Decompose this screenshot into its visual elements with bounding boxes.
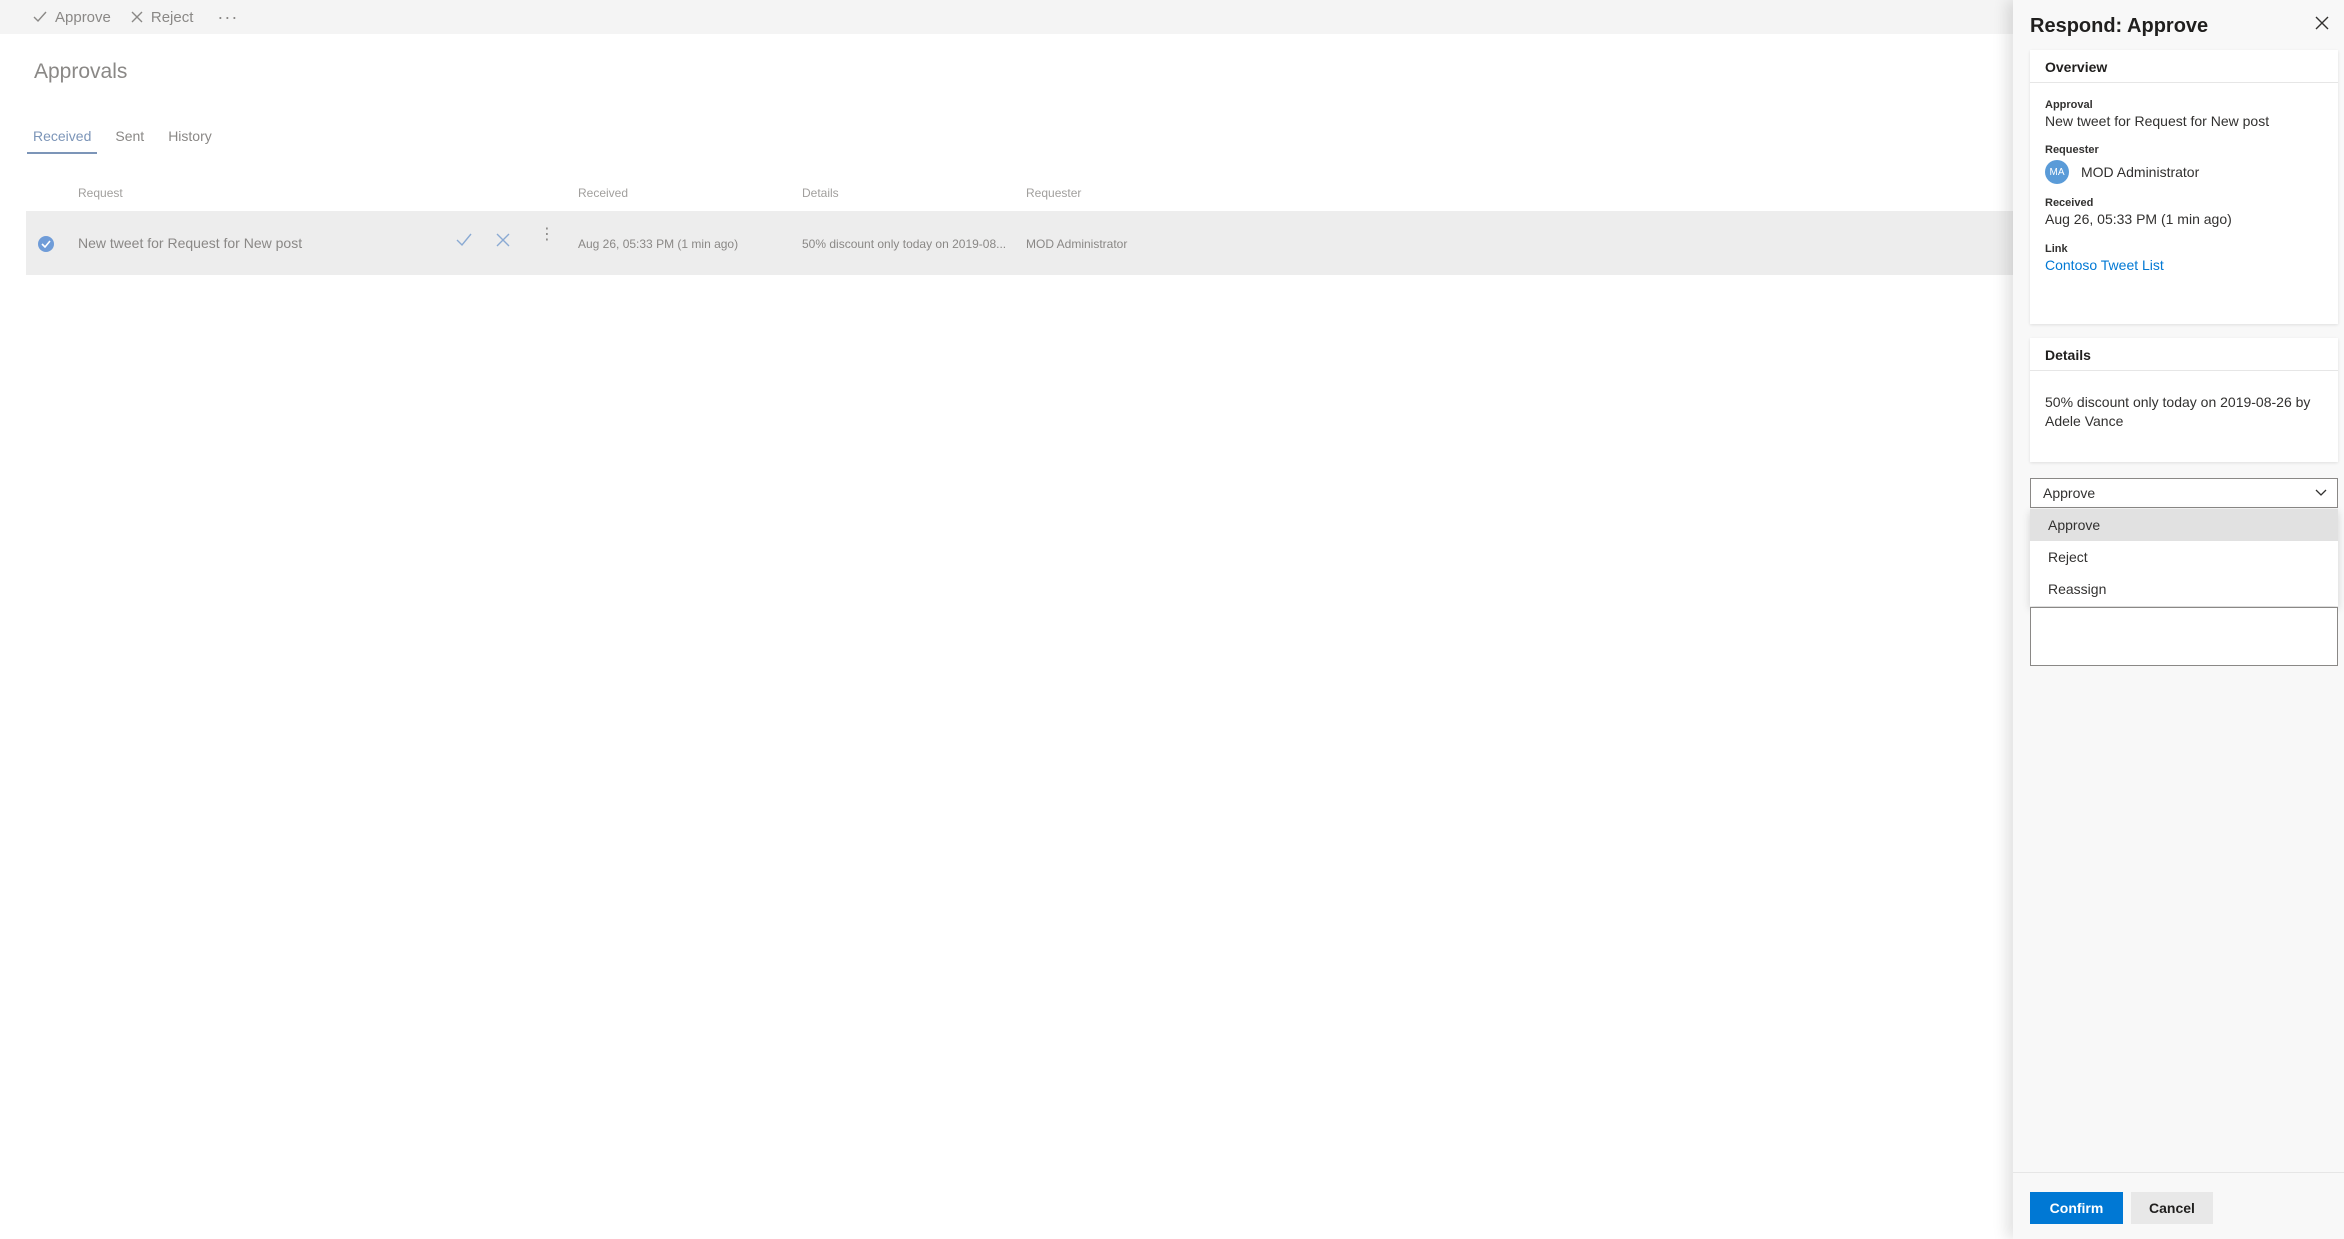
received-value: Aug 26, 05:33 PM (1 min ago) [2045,211,2232,227]
link-label: Link [2045,243,2068,255]
requester-label: Requester [2045,144,2099,156]
approval-label: Approval [2045,99,2093,111]
overview-card: Overview Approval New tweet for Request … [2030,50,2338,324]
page-title: Approvals [34,60,128,83]
approve-command[interactable]: Approve [33,9,111,26]
more-commands-button[interactable]: ··· [217,7,238,28]
row-selected-check-icon[interactable] [38,236,54,252]
received-label: Received [2045,197,2094,209]
confirm-button[interactable]: Confirm [2030,1192,2123,1224]
option-reject[interactable]: Reject [2030,541,2338,573]
option-reassign[interactable]: Reassign [2030,573,2338,605]
option-approve[interactable]: Approve [2030,509,2338,541]
command-bar: Approve Reject ··· [0,0,2013,34]
approval-value: New tweet for Request for New post [2045,113,2270,129]
received-field: Received Aug 26, 05:33 PM (1 min ago) [2030,197,2338,227]
comment-input[interactable] [2030,607,2338,666]
response-dropdown[interactable]: Approve [2030,478,2338,508]
close-icon[interactable] [2315,16,2329,35]
panel-title: Respond: Approve [2030,15,2209,37]
row-received: Aug 26, 05:33 PM (1 min ago) [578,237,739,251]
table-row[interactable]: New tweet for Request for New post ⋮ Aug… [26,211,2013,275]
respond-panel: Respond: Approve Overview Approval New t… [2013,0,2344,1239]
response-dropdown-value: Approve [2043,485,2096,501]
chevron-down-icon [2315,489,2327,496]
column-header-received[interactable]: Received [578,186,628,200]
column-header-request[interactable]: Request [78,186,123,200]
approve-command-label: Approve [55,8,111,26]
column-header-requester[interactable]: Requester [1026,186,1081,200]
row-request[interactable]: New tweet for Request for New post [78,235,302,251]
row-approve-icon[interactable] [456,233,472,250]
table-header: Request Received Details Requester [0,186,2013,206]
tab-list: Received Sent History [27,125,230,154]
response-options-list: Approve Reject Reassign [2030,509,2338,606]
requester-field: Requester MA MOD Administrator [2030,144,2338,184]
details-header: Details [2030,338,2338,371]
reject-command[interactable]: Reject [131,8,194,26]
row-requester: MOD Administrator [1026,237,1128,251]
close-icon [131,11,143,23]
overview-header: Overview [2030,50,2338,83]
main-area: Approve Reject ··· Approvals Received Se… [0,0,2013,1239]
details-card: Details 50% discount only today on 2019-… [2030,338,2338,462]
details-text: 50% discount only today on 2019-08-26 by… [2045,394,2311,429]
row-reject-icon[interactable] [496,233,510,250]
tab-received[interactable]: Received [27,125,98,154]
footer-divider [2013,1172,2344,1173]
requester-name: MOD Administrator [2081,164,2200,180]
link-field: Link Contoso Tweet List [2030,243,2338,275]
column-header-details[interactable]: Details [802,186,839,200]
reject-command-label: Reject [150,8,194,26]
checkmark-icon [33,11,47,23]
cancel-button[interactable]: Cancel [2131,1192,2213,1224]
tab-sent[interactable]: Sent [109,125,150,154]
avatar: MA [2045,160,2069,184]
contoso-tweet-list-link[interactable]: Contoso Tweet List [2045,257,2164,273]
row-more-options-icon[interactable]: ⋮ [539,227,555,243]
tab-history[interactable]: History [162,125,218,154]
approval-field: Approval New tweet for Request for New p… [2030,99,2338,129]
row-details: 50% discount only today on 2019-08... [802,237,1007,251]
